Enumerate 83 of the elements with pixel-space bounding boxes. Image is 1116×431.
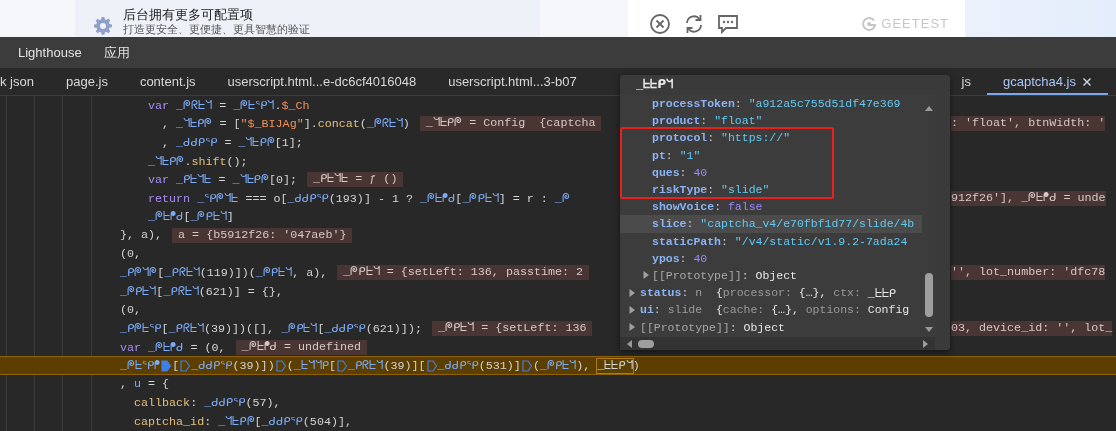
inline-value: _ᖘᑭᖶᖻ = {setLeft: 136, passtime: 2	[337, 265, 590, 281]
code-text: (_ᖘᑭᖶᖻ), _ᖶᖶᑭᖻ)	[532, 358, 640, 374]
scroll-right-arrow-icon[interactable]	[923, 338, 929, 349]
code-text: (0,	[120, 247, 142, 262]
property-row[interactable]: pt: "1"	[620, 146, 701, 164]
file-tab[interactable]: k json	[0, 68, 50, 95]
property-row[interactable]: processToken: "a912a5c755d51df47e369	[620, 95, 901, 113]
breakpoint-marker-icon[interactable]	[521, 359, 532, 372]
property-row[interactable]: protocol: "https://"	[620, 129, 791, 147]
code-text: , _ᖻᖶᑭᖘ = ["$_BIJAg"].concat(_ᖘᖇᖶᖻ)	[162, 116, 410, 132]
file-tab[interactable]: gcaptcha4.js	[987, 68, 1108, 95]
inline-value: _ᖻᖶᑭᖘ = Config {captcha	[419, 116, 602, 132]
property-row[interactable]: staticPath: "/v4/static/v1.9.2-7ada24	[620, 232, 908, 250]
code-text: (_ᖶᖻᖻᑭ[	[286, 358, 337, 374]
code-text: _ᖘᖶᖰᑯ[_ᖘᑭᖶᖻ]	[148, 209, 234, 225]
property-row[interactable]: ypos: 40	[620, 249, 708, 267]
inline-value: 03, device_id: '', lot_	[951, 320, 1113, 336]
code-text: , _ᑯᑯᑭᕿ = _ᖻᖶᑭᖘ[1];	[162, 135, 303, 150]
property-row[interactable]: ques: 40	[620, 163, 708, 181]
notice-subtitle: 打造更安全、更便捷、更具智慧的验证	[123, 23, 310, 36]
panel-tab[interactable]: 应用	[103, 43, 130, 62]
inline-value: _ᑭᖶᖻᖶ = ƒ ()	[306, 172, 404, 188]
inline-value: 912f26'], _ᖘᖶᖰᑯ = unde	[951, 190, 1106, 206]
file-tab[interactable]: userscript.html...e-dc6cf4016048	[211, 68, 433, 95]
scroll-up-arrow-icon[interactable]	[923, 105, 934, 111]
code-text: captcha_id: _ᖻᖶᑭᖘ[_ᑯᑯᑭᕿ(504)],	[134, 413, 352, 429]
breakpoint-marker-icon[interactable]	[275, 359, 286, 372]
code-text: var _ᖘᖶᖰᑯ = (0,	[120, 339, 226, 355]
expand-arrow-icon[interactable]	[628, 305, 636, 314]
code-text: }, a),	[120, 228, 163, 243]
property-row[interactable]: ui: slide {cache: {…}, options: Config	[620, 301, 910, 319]
property-row[interactable]: [[Prototype]]: Object	[620, 266, 797, 285]
code-text: _ᑯᑯᑭᕿ(39)])	[191, 358, 275, 374]
scroll-down-arrow-icon[interactable]	[923, 327, 934, 333]
code-text: return _ᕿᖘᖻᖶ === o[_ᑯᑯᑭᕿ(193)] - 1 ? _ᖘᖶᖰᑯ[_ᖘᑭᖶᖻ] = r : _ᖘ	[148, 190, 570, 206]
property-row[interactable]: status: n {processor: {…}, ctx: _ᖶᖶᑭ	[620, 284, 896, 302]
breakpoint-marker-icon[interactable]	[161, 359, 172, 372]
file-tab[interactable]: page.js	[49, 68, 124, 95]
code-text: var _ᑭᖶᖻᖶ = _ᖻᖶᑭᖘ[0];	[148, 172, 297, 188]
file-tab[interactable]: js	[945, 68, 987, 95]
inline-value: a = {b5912f26: '047aeb'}	[172, 227, 353, 243]
scroll-left-arrow-icon[interactable]	[626, 338, 632, 349]
expand-arrow-icon[interactable]	[628, 323, 636, 332]
horizontal-scrollbar[interactable]	[620, 337, 935, 350]
scrollbar-thumb[interactable]	[638, 339, 654, 348]
popup-title: _ᖶᖶᑭᖻ	[635, 77, 675, 94]
inline-value: : 'float', btnWidth: '	[951, 116, 1106, 132]
notice-title: 后台拥有更多可配置项	[123, 6, 254, 23]
breakpoint-marker-icon[interactable]	[337, 359, 348, 372]
code-text: , u = {	[120, 377, 170, 392]
expand-arrow-icon[interactable]	[642, 271, 650, 280]
property-row[interactable]: [[Prototype]]: Object	[620, 318, 785, 336]
file-tab[interactable]: content.js	[123, 68, 212, 95]
comment-icon[interactable]	[717, 12, 739, 35]
expand-arrow-icon[interactable]	[628, 288, 636, 297]
code-text: _ᖘᖶᕿᖰ	[120, 358, 161, 374]
code-text: _ᑭᖇᖶᖻ(39)][	[348, 358, 426, 374]
inline-value: '', lot_number: 'dfc78	[951, 265, 1106, 281]
code-text: _ᑭᖘᖻᖘ[_ᑭᖇᖶᖻ(119)])(_ᖘᑭᖶᖻ, a),	[120, 265, 328, 281]
code-text: _ᑯᑯᑭᕿ(531)]	[437, 358, 521, 374]
property-row[interactable]: product: "float"	[620, 112, 763, 130]
refresh-icon[interactable]	[683, 12, 705, 35]
scrollbar-thumb[interactable]	[924, 273, 933, 317]
property-row[interactable]: showVoice: false	[620, 198, 763, 216]
breakpoint-marker-icon[interactable]	[426, 359, 437, 372]
code-text: (0,	[120, 302, 142, 317]
close-icon[interactable]	[649, 12, 671, 35]
file-tab[interactable]: userscript.html...3-b07	[432, 68, 593, 95]
breakpoint-marker-icon[interactable]	[180, 359, 191, 372]
code-text: _ᖻᖶᑭᖘ.shift();	[148, 153, 248, 169]
code-text: _ᖘᑭᖶᖻ[_ᑭᖇᖶᖻ(621)] = {},	[120, 283, 283, 299]
code-text: _ᑭᖘᖶᕿ[_ᑭᖇᖶᖻ(39)])([], _ᖘᑭᖶᖻ[_ᑯᑯᑭᕿ(621)]);	[120, 320, 422, 336]
inline-value: _ᖘᑭᖶᖻ = {setLeft: 136	[431, 320, 593, 336]
inline-value: _ᖘᖶᖰᑯ = undefined	[235, 339, 368, 355]
code-text: callback: _ᑯᑯᑭᕿ(57),	[134, 395, 281, 411]
code-text: var _ᖘᖇᖶᖻ = _ᖘᖶᕿᖻ.$_Ch	[148, 97, 310, 113]
brand-name: GEETEST	[881, 16, 949, 31]
property-row[interactable]: riskType: "slide"	[620, 180, 770, 199]
panel-tab[interactable]: Lighthouse	[18, 45, 82, 60]
code-text: [	[172, 358, 180, 373]
property-row[interactable]: slice: "captcha_v4/e70fbf1d77/slide/4b	[620, 215, 922, 233]
gear-icon	[93, 16, 113, 36]
logo-icon	[861, 15, 878, 32]
